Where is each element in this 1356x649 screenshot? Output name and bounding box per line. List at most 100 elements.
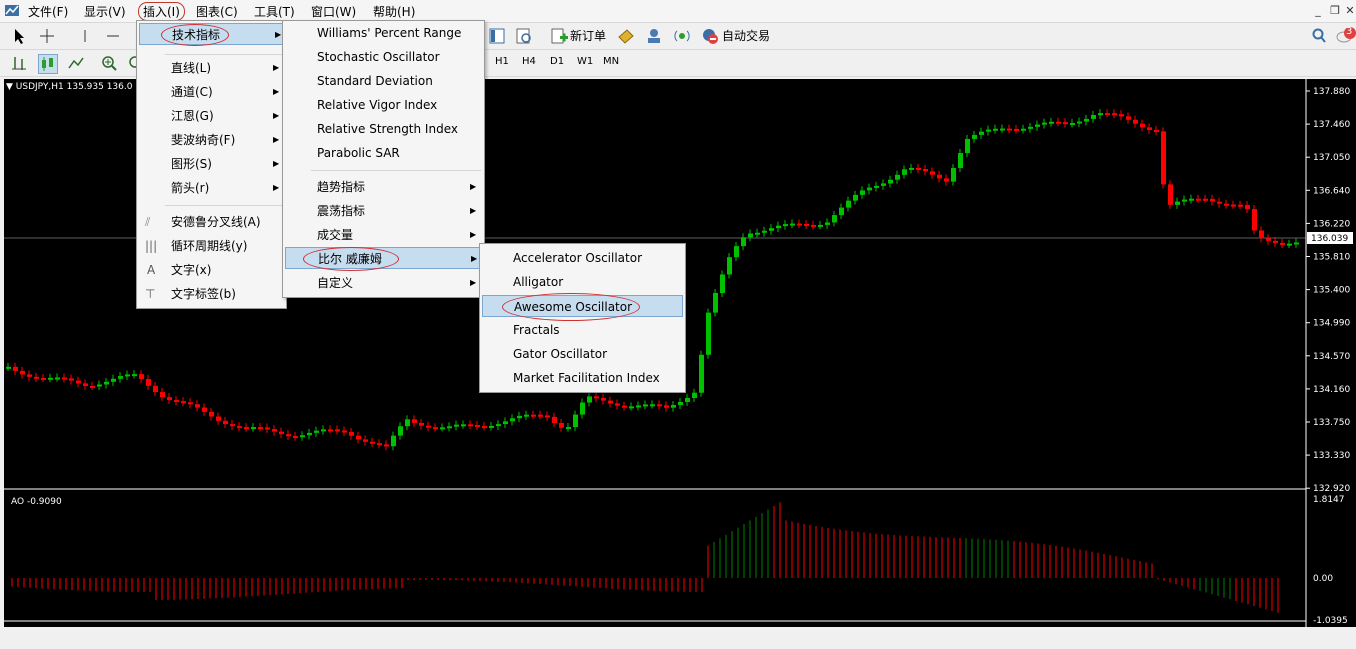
candle-body xyxy=(916,167,921,170)
bar-chart-icon[interactable] xyxy=(10,54,28,72)
timeframe-mn[interactable]: MN xyxy=(603,56,619,67)
price-tick-label: 134.160 xyxy=(1313,385,1350,395)
menu-item-cycle-lines[interactable]: ||| 循环周期线(y) xyxy=(137,235,286,257)
menu-item-shapes[interactable]: 图形(S) ▶ xyxy=(137,153,286,175)
timeframe-d1[interactable]: D1 xyxy=(550,56,564,67)
menu-item-relative-vigor-index[interactable]: Relative Vigor Index xyxy=(283,94,484,116)
candle-body xyxy=(1182,199,1187,202)
experts-icon[interactable] xyxy=(645,27,663,45)
menu-item-gator-oscillator[interactable]: Gator Oscillator xyxy=(480,343,685,365)
candle-body xyxy=(748,233,753,238)
menu-item-oscillators[interactable]: 震荡指标 ▶ xyxy=(283,200,484,222)
candle-body xyxy=(104,381,109,385)
menu-item-trend[interactable]: 趋势指标 ▶ xyxy=(283,176,484,198)
price-tick-label: 136.640 xyxy=(1313,186,1350,196)
candle-body xyxy=(188,402,193,405)
cursor-icon[interactable] xyxy=(10,27,28,45)
candle-body xyxy=(454,424,459,427)
crosshair-icon[interactable] xyxy=(38,27,56,45)
menu-item-custom[interactable]: 自定义 ▶ xyxy=(283,272,484,294)
candle-body xyxy=(678,401,683,405)
candle-body xyxy=(202,407,207,412)
candle-body xyxy=(538,414,543,417)
submenu-arrow-icon: ▶ xyxy=(470,230,477,239)
new-order-icon[interactable] xyxy=(550,27,568,45)
menu-item-lines[interactable]: 直线(L) ▶ xyxy=(137,57,286,79)
menu-charts[interactable]: 图表(C) xyxy=(196,3,238,20)
candle-body xyxy=(328,429,333,432)
menu-item-williams-percent-range[interactable]: Williams' Percent Range xyxy=(283,22,484,44)
menu-item-relative-strength-index[interactable]: Relative Strength Index xyxy=(283,118,484,140)
minimize-icon[interactable]: _ xyxy=(1310,3,1326,18)
auto-trading-icon[interactable] xyxy=(701,27,719,45)
menu-item-text-label[interactable]: ⊤ 文字标签(b) xyxy=(137,283,286,305)
menu-help[interactable]: 帮助(H) xyxy=(373,3,415,20)
submenu-arrow-icon: ▶ xyxy=(275,30,282,39)
menu-item-market-facilitation-index[interactable]: Market Facilitation Index xyxy=(480,367,685,389)
submenu-arrow-icon: ▶ xyxy=(470,206,477,215)
timeframe-h4[interactable]: H4 xyxy=(522,56,536,67)
line-chart-icon[interactable] xyxy=(67,54,85,72)
menu-item-parabolic-sar[interactable]: Parabolic SAR xyxy=(283,142,484,164)
menu-item-andrews-pitchfork[interactable]: ⫽ 安德鲁分叉线(A) xyxy=(137,211,286,233)
tester-icon[interactable] xyxy=(515,27,533,45)
menu-item-standard-deviation[interactable]: Standard Deviation xyxy=(283,70,484,92)
timeframe-h1[interactable]: H1 xyxy=(495,56,509,67)
menu-file[interactable]: 文件(F) xyxy=(28,3,68,20)
new-order-label[interactable]: 新订单 xyxy=(570,27,606,44)
candle-body xyxy=(6,366,11,369)
menu-item-stochastic-oscillator[interactable]: Stochastic Oscillator xyxy=(283,46,484,68)
menu-item-text[interactable]: A 文字(x) xyxy=(137,259,286,281)
candle-body xyxy=(41,378,46,381)
candle-body xyxy=(993,128,998,131)
menu-item-label: Accelerator Oscillator xyxy=(513,251,643,265)
menu-item-accelerator-oscillator[interactable]: Accelerator Oscillator xyxy=(480,247,685,269)
candle-body xyxy=(461,424,466,427)
menu-view[interactable]: 显示(V) xyxy=(84,3,126,20)
price-tick-label: 137.880 xyxy=(1313,87,1350,97)
candle-body xyxy=(1273,240,1278,243)
menu-item-arrows[interactable]: 箭头(r) ▶ xyxy=(137,177,286,199)
menu-tools[interactable]: 工具(T) xyxy=(254,3,295,20)
restore-icon[interactable]: ❐ xyxy=(1327,3,1343,18)
menu-item-fractals[interactable]: Fractals xyxy=(480,319,685,341)
menu-item-volumes[interactable]: 成交量 ▶ xyxy=(283,224,484,246)
highlight-oval xyxy=(502,293,640,321)
menu-item-fibonacci[interactable]: 斐波纳奇(F) ▶ xyxy=(137,129,286,151)
menu-item-label: Relative Strength Index xyxy=(317,122,458,136)
candle-body xyxy=(1000,128,1005,131)
horizontal-line-icon[interactable] xyxy=(104,27,122,45)
candle-body xyxy=(146,379,151,386)
menu-item-label: Relative Vigor Index xyxy=(317,98,438,112)
highlight-oval xyxy=(303,247,399,271)
text-label-icon: ⊤ xyxy=(145,287,156,301)
candle-body xyxy=(706,312,711,355)
menu-item-channels[interactable]: 通道(C) ▶ xyxy=(137,81,286,103)
candle-body xyxy=(132,374,137,377)
candle-body xyxy=(531,414,536,417)
vertical-line-icon[interactable] xyxy=(76,27,94,45)
timeframe-w1[interactable]: W1 xyxy=(577,56,593,67)
candle-body xyxy=(1084,118,1089,122)
candle-body xyxy=(1161,131,1166,185)
candlestick-icon[interactable] xyxy=(38,54,58,74)
menu-item-label: Alligator xyxy=(513,275,564,289)
candle-body xyxy=(664,405,669,408)
menu-window[interactable]: 窗口(W) xyxy=(311,3,356,20)
candle-body xyxy=(293,436,298,439)
close-icon[interactable]: ✕ xyxy=(1342,3,1356,18)
menu-item-gann[interactable]: 江恩(G) ▶ xyxy=(137,105,286,127)
search-icon[interactable] xyxy=(1310,27,1328,45)
zoom-in-icon[interactable] xyxy=(100,54,118,72)
menu-insert[interactable]: 插入(I) xyxy=(138,2,185,21)
menu-item-alligator[interactable]: Alligator xyxy=(480,271,685,293)
signals-icon[interactable] xyxy=(673,27,691,45)
candle-body xyxy=(1252,209,1257,231)
candle-body xyxy=(258,427,263,430)
candle-body xyxy=(1133,119,1138,124)
navigator-icon[interactable] xyxy=(488,27,506,45)
candle-body xyxy=(818,224,823,227)
metaeditor-icon[interactable] xyxy=(617,27,635,45)
auto-trading-label[interactable]: 自动交易 xyxy=(722,27,770,44)
candle-body xyxy=(370,441,375,444)
